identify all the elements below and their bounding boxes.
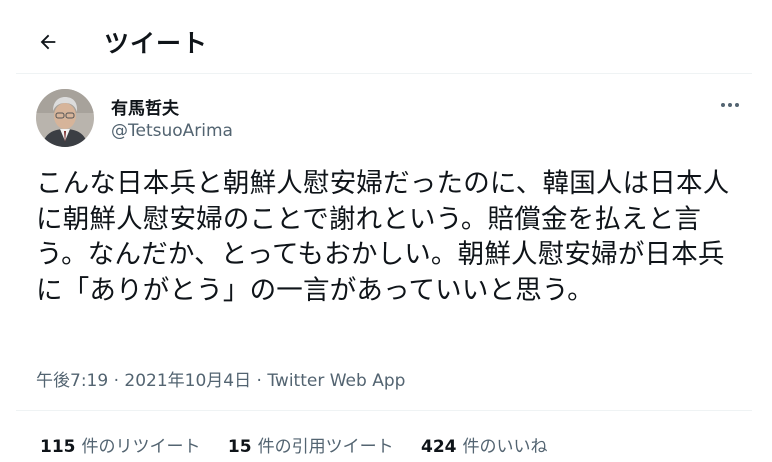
tweet-time[interactable]: 午後7:19 (36, 371, 108, 391)
quote-tweets-count[interactable]: 15 件の引用ツイート (228, 432, 394, 457)
header-divider (16, 73, 752, 74)
avatar[interactable] (36, 89, 94, 147)
page-title: ツイート (104, 29, 209, 58)
stat-label: 件のいいね (462, 437, 548, 457)
stat-label: 件の引用ツイート (257, 437, 394, 457)
back-button[interactable] (30, 24, 66, 60)
tweet-header: ツイート (0, 0, 772, 72)
tweet-stats: 115 件のリツイート 15 件の引用ツイート 424 件のいいね (40, 432, 569, 457)
more-horizontal-icon (721, 103, 739, 107)
author-name[interactable]: 有馬哲夫 (111, 94, 179, 119)
stat-number: 15 (227, 437, 252, 457)
tweet-source[interactable]: Twitter Web App (267, 371, 405, 391)
arrow-left-icon (40, 34, 56, 50)
retweets-count[interactable]: 115 件のリツイート (40, 432, 201, 457)
stat-number: 115 (40, 437, 76, 457)
tweet-meta: 午後7:19 · 2021年10月4日 · Twitter Web App (36, 366, 405, 391)
author-handle[interactable]: @TetsuoArima (111, 121, 233, 141)
more-button[interactable] (716, 96, 744, 114)
meta-separator: · (256, 371, 262, 391)
stat-label: 件のリツイート (81, 437, 201, 457)
meta-separator: · (113, 371, 119, 391)
likes-count[interactable]: 424 件のいいね (421, 432, 548, 457)
stat-number: 424 (420, 437, 457, 457)
meta-divider (16, 410, 752, 411)
tweet-text: こんな日本兵と朝鮮人慰安婦だったのに、韓国人は日本人に朝鮮人慰安婦のことで謝れと… (36, 168, 730, 306)
tweet-date[interactable]: 2021年10月4日 (124, 371, 251, 391)
